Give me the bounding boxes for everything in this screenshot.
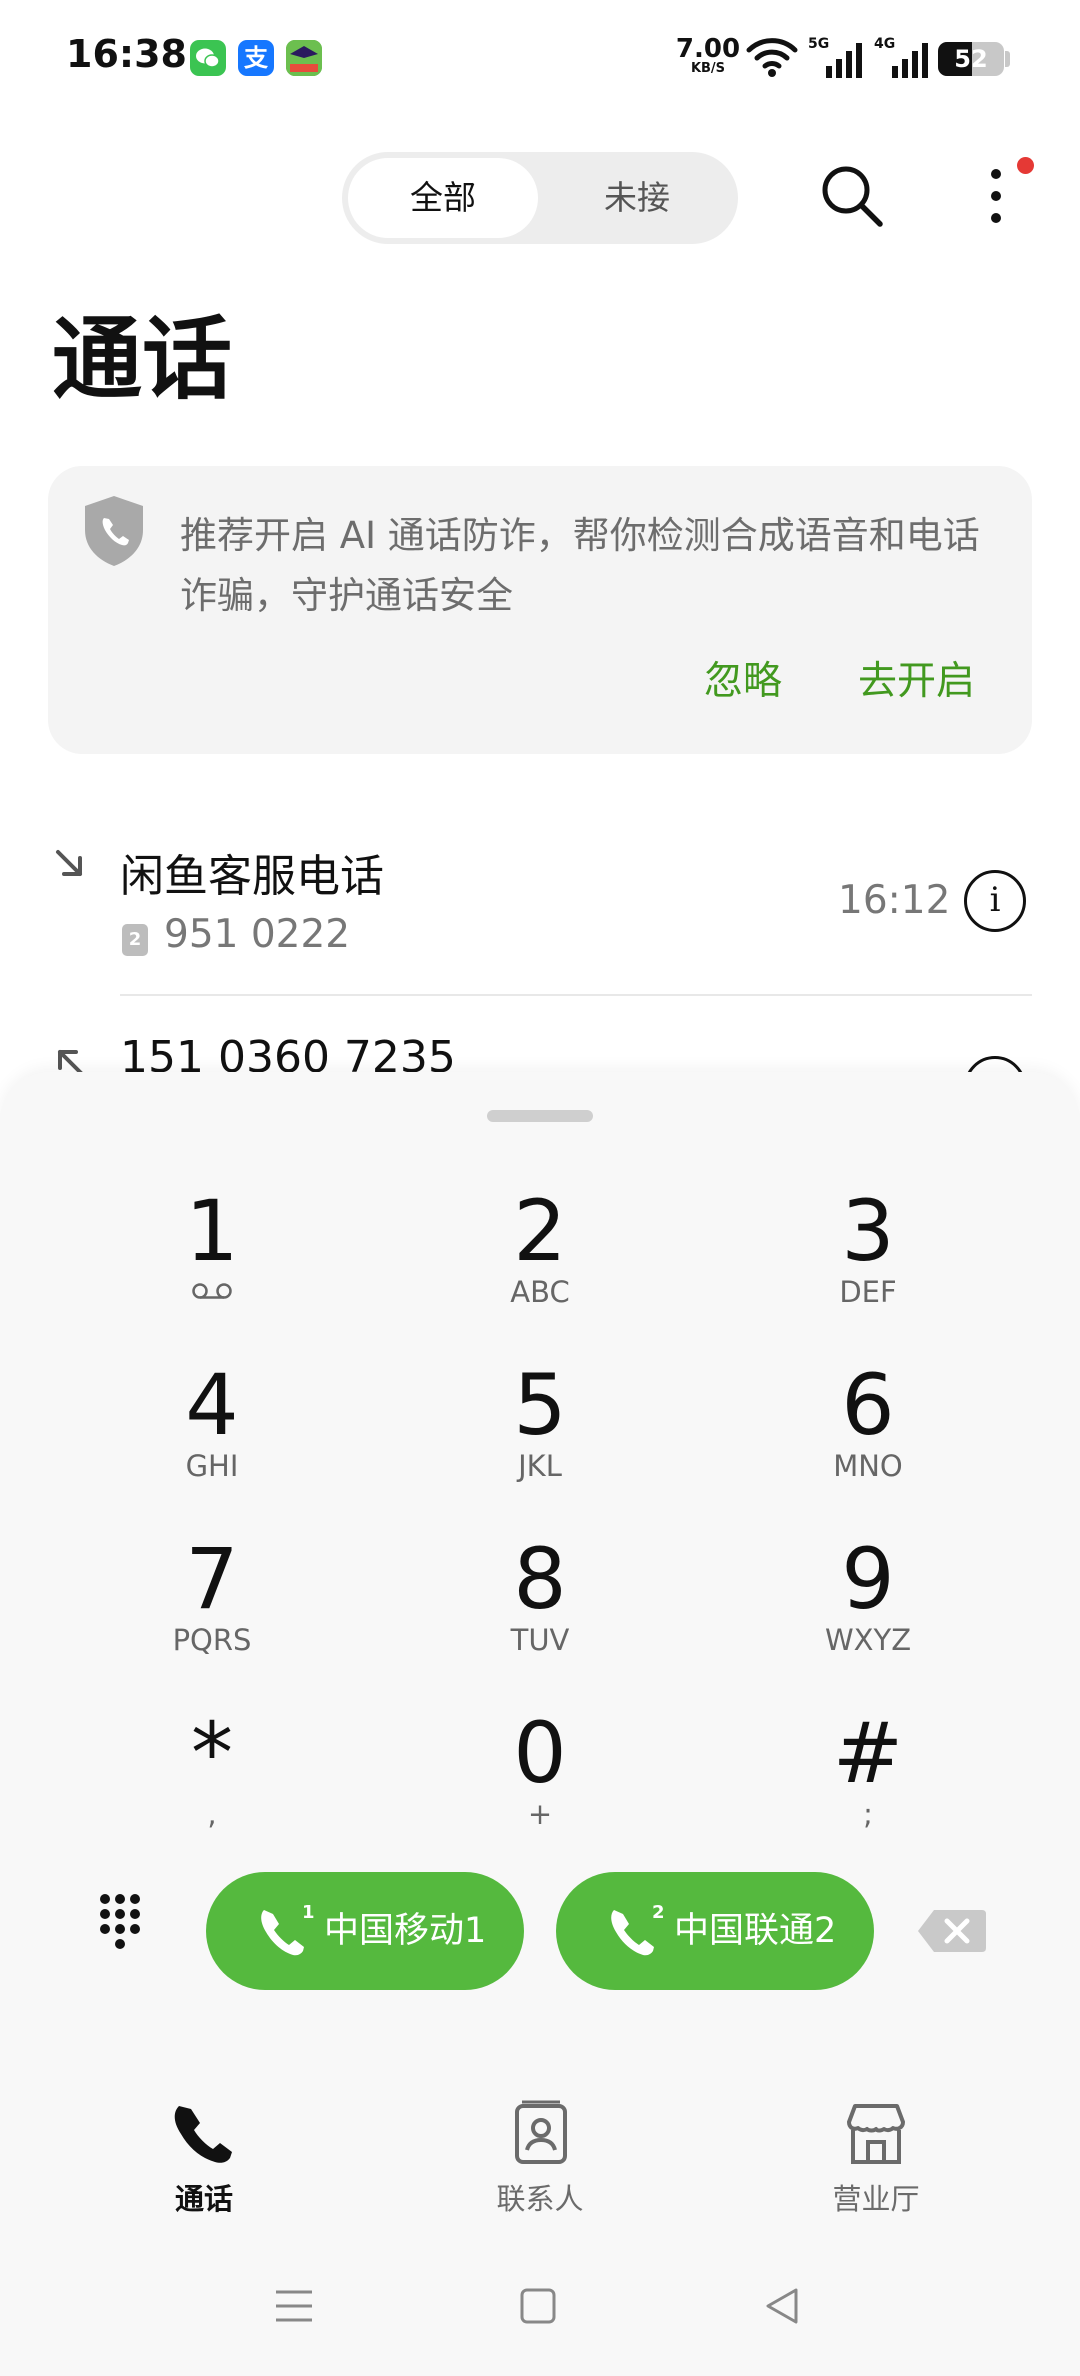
menu-icon[interactable] [272,2286,316,2326]
nav-contacts-label: 联系人 [496,2182,584,2216]
dial-key-letters: MNO [833,1449,903,1483]
dial-key-digit: # [832,1704,904,1802]
dial-key-digit: 3 [841,1182,895,1280]
dial-key-letters: , [207,1797,217,1831]
shield-phone-icon [85,496,143,566]
sim1-call-label: 中国移动1 [324,1911,487,1951]
status-bar: 16:38 支 7.00 KB/S 5G 4G 52 [0,0,1080,110]
network-speed: 7.00 KB/S [672,36,744,75]
dial-key-digit: 9 [841,1530,895,1628]
voicemail-icon [192,1283,232,1299]
dial-key-letters: WXYZ [824,1623,912,1657]
dial-key-letters: PQRS [172,1623,252,1657]
dial-key-letters: GHI [185,1449,239,1483]
store-icon [847,2104,905,2164]
dial-key-star[interactable]: * , [102,1708,322,1858]
dial-key-0[interactable]: 0 + [430,1708,650,1858]
phone-sim2-icon: 2 [611,1902,665,1956]
back-icon[interactable] [762,2286,802,2326]
enable-button[interactable]: 去开启 [858,650,975,706]
signal-5g-icon: 5G [808,36,864,80]
status-time: 16:38 [66,32,187,76]
search-icon[interactable] [816,160,888,232]
tab-missed[interactable]: 未接 [542,158,732,238]
dial-key-2[interactable]: 2 ABC [430,1186,650,1336]
call-filter-tabs: 全部 未接 [342,152,738,244]
call-log-number: 951 0222 [164,912,351,957]
nav-service-hall-label: 营业厅 [832,2182,920,2216]
alipay-icon: 支 [238,40,274,76]
sim2-call-label: 中国联通2 [674,1911,837,1951]
wifi-icon [746,38,798,77]
nav-contacts[interactable]: 联系人 [440,2100,640,2218]
dial-key-9[interactable]: 9 WXYZ [758,1534,978,1684]
dial-key-6[interactable]: 6 MNO [758,1360,978,1510]
sim-1-label: 1 [302,1902,315,1923]
fraud-card-text: 推荐开启 AI 通话防诈，帮你检测合成语音和电话诈骗，守护通话安全 [180,514,980,617]
call-log-name[interactable]: 闲鱼客服电话 [120,840,384,904]
net-speed-value: 7.00 [675,34,741,64]
phone-icon [174,2106,232,2163]
dial-key-5[interactable]: 5 JKL [430,1360,650,1510]
dial-key-letters: ; [863,1797,873,1831]
nav-calls[interactable]: 通话 [104,2100,304,2218]
battery-icon: 52 [938,42,1004,76]
battery-level: 52 [954,45,988,73]
dial-key-digit: 2 [513,1182,567,1280]
dial-key-digit: 0 [513,1704,567,1802]
backspace-icon[interactable] [916,1906,988,1956]
call-info-button[interactable]: i [964,870,1026,932]
dial-key-3[interactable]: 3 DEF [758,1186,978,1336]
nav-calls-label: 通话 [174,2182,233,2216]
notification-dot [1017,157,1034,174]
page-title: 通话 [52,307,232,412]
dial-key-1[interactable]: 1 [102,1186,322,1336]
sim-2-label: 2 [652,1902,665,1923]
more-options-icon[interactable] [964,156,1024,236]
call-log-time: 16:12 [838,878,951,923]
contacts-icon [515,2100,567,2164]
divider [120,994,1032,996]
dial-key-digit: 1 [185,1182,239,1280]
battery-tip [1005,51,1010,67]
dial-key-4[interactable]: 4 GHI [102,1360,322,1510]
sim1-call-button[interactable]: 1 中国移动1 [206,1872,524,1990]
tab-all[interactable]: 全部 [348,158,538,238]
dial-key-letters: JKL [518,1449,562,1483]
sheet-drag-handle[interactable] [487,1110,593,1122]
dial-key-letters: + [527,1797,553,1831]
wechat-icon [190,40,226,76]
dial-key-digit: 6 [841,1356,895,1454]
dial-key-digit: 7 [185,1530,239,1628]
sim-2-icon: 2 [122,924,148,956]
dial-key-letters: ABC [510,1275,570,1309]
incoming-call-icon [56,850,82,876]
info-icon: i [989,880,1001,920]
dial-key-digit: 8 [513,1530,567,1628]
dialpad-toggle-icon[interactable] [96,1890,160,1970]
nav-service-hall[interactable]: 营业厅 [776,2100,976,2218]
dial-key-7[interactable]: 7 PQRS [102,1534,322,1684]
sim2-call-button[interactable]: 2 中国联通2 [556,1872,874,1990]
third-app-icon [286,40,322,76]
dial-key-digit: * [191,1704,233,1802]
dial-key-8[interactable]: 8 TUV [430,1534,650,1684]
dial-key-hash[interactable]: # ; [758,1708,978,1858]
dial-key-letters: DEF [839,1275,897,1309]
dial-key-letters: TUV [510,1623,570,1657]
home-icon[interactable] [518,2286,558,2326]
signal-4g-icon: 4G [874,36,930,80]
dial-key-digit: 5 [513,1356,567,1454]
phone-sim1-icon: 1 [261,1902,315,1956]
dial-key-digit: 4 [185,1356,239,1454]
ignore-button[interactable]: 忽略 [704,650,782,706]
